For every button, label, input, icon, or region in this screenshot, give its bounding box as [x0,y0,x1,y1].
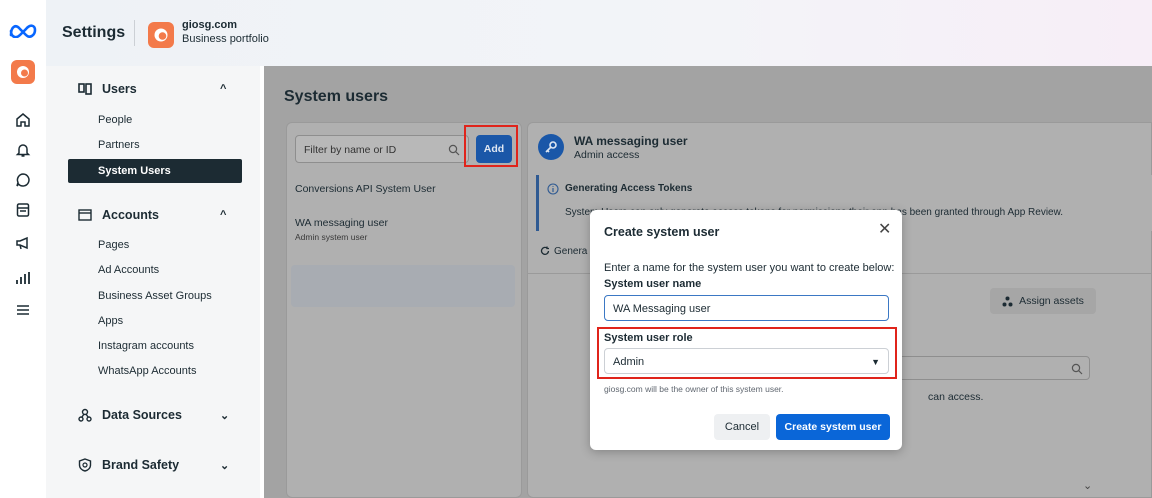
portfolio-logo-icon[interactable] [148,22,174,48]
dialog-description: Enter a name for the system user you wan… [604,262,895,274]
brand-safety-section-label: Brand Safety [102,458,180,472]
accounts-icon [78,209,92,221]
chevron-down-icon: ⌄ [220,459,230,472]
data-sources-section-header[interactable]: Data Sources ⌄ [78,408,229,422]
list-item[interactable]: Conversions API System User [295,183,436,195]
chevron-down-icon[interactable]: ⌄ [1083,479,1092,492]
portfolio-type: Business portfolio [182,33,269,45]
dialog-title: Create system user [604,225,720,239]
refresh-icon [540,246,550,255]
sidebar-item-whatsapp-accounts[interactable]: WhatsApp Accounts [98,365,196,377]
detail-access-level: Admin access [574,149,640,161]
list-item-subtitle: Admin system user [295,232,368,242]
insights-icon[interactable] [11,266,35,290]
settings-sidebar: Users ^ People Partners System Users Acc… [46,66,260,498]
portfolio-name[interactable]: giosg.com [182,19,237,31]
list-item-name: WA messaging user [295,217,388,229]
home-icon[interactable] [11,108,35,132]
users-section-header[interactable]: Users ^ [78,82,226,96]
info-title: Generating Access Tokens [565,183,693,194]
list-item-selected[interactable] [291,265,515,307]
data-sources-section-label: Data Sources [102,408,182,422]
business-avatar-icon[interactable] [11,60,35,84]
assets-description-text: can access. [928,391,984,403]
system-user-name-label: System user name [604,278,702,290]
sidebar-item-business-asset-groups[interactable]: Business Asset Groups [98,290,212,302]
icon-rail [0,0,46,498]
assets-icon [1002,296,1013,306]
chevron-down-icon: ⌄ [220,409,230,422]
sidebar-item-ad-accounts[interactable]: Ad Accounts [98,264,159,276]
key-icon [538,134,564,160]
role-field-highlight [597,327,897,379]
sidebar-item-people[interactable]: People [98,114,132,126]
page-title: Settings [62,24,126,41]
megaphone-icon[interactable] [11,231,35,255]
top-bar: Settings giosg.com Business portfolio [46,0,1152,66]
search-icon [448,144,460,156]
sidebar-item-apps[interactable]: Apps [98,315,123,327]
sidebar-item-partners[interactable]: Partners [98,139,140,151]
generate-token-label: Genera [554,245,588,257]
meta-logo-icon[interactable] [8,22,38,38]
chevron-up-icon: ^ [220,83,227,95]
owner-hint-text: giosg.com will be the owner of this syst… [604,384,784,394]
generate-token-button[interactable]: Genera [536,239,596,263]
filter-input[interactable]: Filter by name or ID [295,135,469,163]
create-system-user-button[interactable]: Create system user [776,414,890,440]
filter-placeholder: Filter by name or ID [304,144,397,156]
system-user-name-input[interactable]: WA Messaging user [604,295,889,321]
assign-assets-button[interactable]: Assign assets [990,288,1096,314]
sidebar-item-instagram-accounts[interactable]: Instagram accounts [98,340,194,352]
search-icon [1071,363,1083,375]
detail-user-name: WA messaging user [574,134,688,148]
accounts-section-header[interactable]: Accounts ^ [78,208,226,222]
chevron-up-icon: ^ [220,209,227,221]
menu-icon[interactable] [11,298,35,322]
sidebar-item-pages[interactable]: Pages [98,239,129,251]
chat-icon[interactable] [11,168,35,192]
add-button-highlight [464,125,518,167]
users-section-label: Users [102,82,137,96]
data-sources-icon [78,408,92,422]
assign-assets-label: Assign assets [1019,295,1084,307]
divider [134,20,135,46]
users-icon [78,83,92,95]
brand-safety-section-header[interactable]: Brand Safety ⌄ [78,458,229,472]
close-icon[interactable]: ✕ [878,222,891,238]
sidebar-item-system-users[interactable]: System Users [68,159,242,183]
system-users-list-panel: Filter by name or ID Add Conversions API… [286,122,522,498]
pages-icon[interactable] [11,198,35,222]
cancel-button[interactable]: Cancel [714,414,770,440]
shield-icon [78,458,92,472]
section-heading: System users [284,88,389,105]
accounts-section-label: Accounts [102,208,159,222]
info-icon [547,183,559,195]
bell-icon[interactable] [11,138,35,162]
asset-search-input[interactable] [880,356,1090,380]
